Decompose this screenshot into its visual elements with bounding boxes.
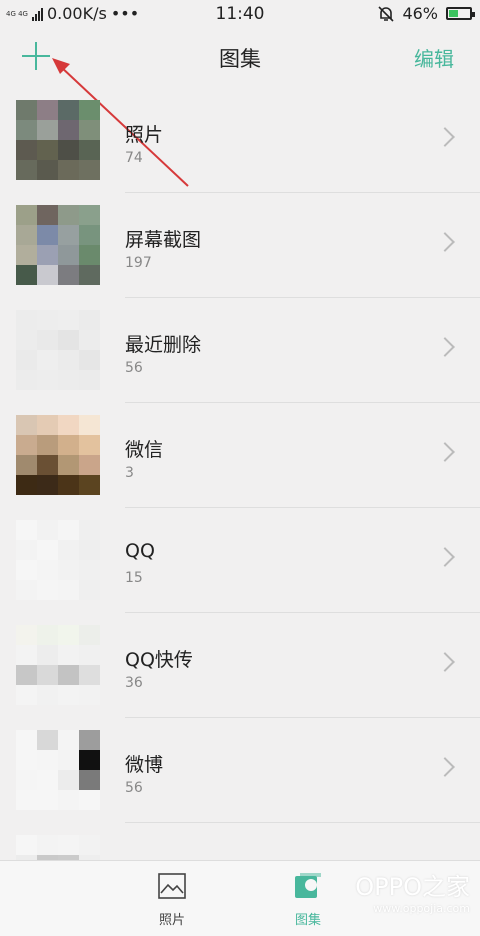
tab-photos[interactable]: 照片 [132, 873, 212, 928]
album-count: 3 [125, 465, 134, 481]
album-name: 微博 [125, 754, 164, 776]
chevron-right-icon [435, 442, 455, 462]
photo-icon [158, 873, 186, 899]
album-row[interactable]: 照片 74 [0, 88, 480, 193]
album-name: 最近删除 [125, 334, 202, 356]
tab-photos-label: 照片 [158, 913, 185, 928]
top-bar: 图集 编辑 [0, 28, 480, 88]
chevron-right-icon [435, 757, 455, 777]
album-list[interactable]: 照片 74 屏幕截图 197 最近删除 56 微信 3 QQ 15 QQ快传 36 微博 56 微云 [0, 88, 480, 860]
album-thumbnail [16, 205, 100, 285]
album-row[interactable]: 最近删除 56 [0, 298, 480, 403]
album-name: 微信 [125, 439, 164, 461]
chevron-right-icon [435, 652, 455, 672]
chevron-right-icon [435, 337, 455, 357]
chevron-right-icon [435, 127, 455, 147]
album-count: 56 [125, 360, 143, 376]
album-name: 屏幕截图 [125, 229, 202, 251]
watermark-url: www.oppojia.com [373, 902, 470, 915]
album-row[interactable]: 微博 56 [0, 718, 480, 823]
album-row[interactable]: 屏幕截图 197 [0, 193, 480, 298]
album-count: 56 [125, 780, 143, 796]
album-name: 照片 [125, 124, 164, 146]
chevron-right-icon [435, 547, 455, 567]
tab-albums-label: 图集 [294, 913, 321, 928]
edit-button[interactable]: 编辑 [414, 43, 454, 72]
watermark-title: OPPO之家 [355, 873, 470, 901]
status-bar: 4G 4G 0.00K/s ••• 11:40 46% [0, 0, 480, 28]
bottom-nav: 照片 图集 OPPO之家 www.oppojia.com [0, 860, 480, 936]
watermark: OPPO之家 www.oppojia.com [355, 867, 470, 915]
album-row[interactable]: 微信 3 [0, 403, 480, 508]
battery-percent: 46% [402, 4, 438, 23]
status-right: 46% [378, 4, 475, 23]
album-count: 197 [125, 255, 152, 271]
album-thumbnail [16, 520, 100, 600]
album-thumbnail [16, 415, 100, 495]
chevron-right-icon [435, 232, 455, 252]
album-count: 74 [125, 150, 143, 166]
album-icon [295, 873, 321, 898]
album-row[interactable]: QQ 15 [0, 508, 480, 613]
album-thumbnail [16, 625, 100, 705]
album-row[interactable]: QQ快传 36 [0, 613, 480, 718]
album-thumbnail [16, 100, 100, 180]
album-count: 15 [125, 570, 143, 586]
album-name: QQ快传 [125, 649, 193, 671]
album-count: 36 [125, 675, 143, 691]
page-title: 图集 [219, 47, 261, 71]
mute-bell-icon [378, 5, 395, 22]
album-thumbnail [16, 730, 100, 810]
battery-icon [446, 7, 475, 20]
battery-fill [449, 10, 458, 17]
album-thumbnail [16, 835, 100, 860]
tab-albums[interactable]: 图集 [268, 873, 348, 928]
album-row[interactable]: 微云 [0, 823, 480, 860]
album-name: QQ [125, 540, 155, 562]
album-thumbnail [16, 310, 100, 390]
